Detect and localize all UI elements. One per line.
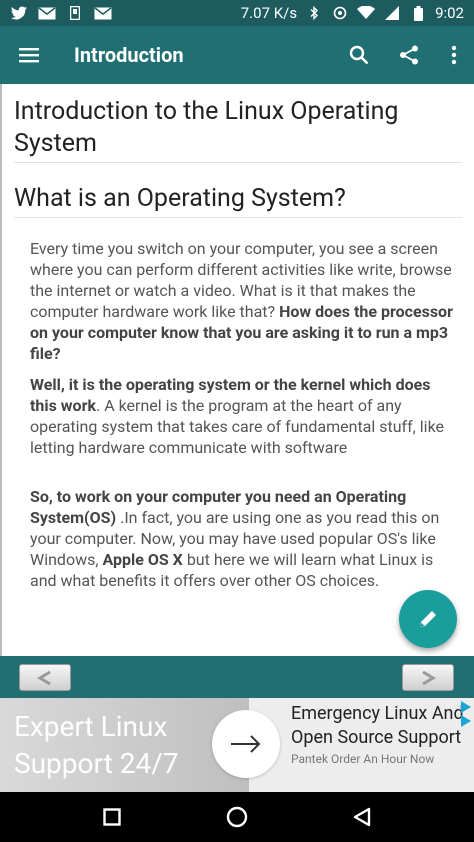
menu-button[interactable] — [0, 26, 58, 84]
wifi-icon — [357, 6, 376, 20]
search-icon — [349, 45, 369, 65]
mail-icon — [38, 6, 56, 20]
share-button[interactable] — [384, 26, 434, 84]
back-icon — [353, 807, 370, 827]
clock: 9:02 — [435, 4, 464, 22]
overflow-menu-button[interactable] — [434, 26, 474, 84]
mail-icon-2 — [94, 6, 112, 20]
recents-icon — [103, 808, 122, 826]
twitter-icon — [10, 6, 28, 20]
ad-text[interactable]: Emergency Linux And Open Source Support … — [249, 698, 474, 792]
page-title: Introduction — [74, 43, 184, 67]
section-heading: What is an Operating System? — [14, 183, 462, 218]
recents-button[interactable] — [92, 797, 132, 837]
edit-fab-button[interactable] — [399, 590, 457, 648]
share-icon — [400, 45, 418, 65]
paragraph-1: Every time you switch on your computer, … — [30, 238, 460, 364]
previous-page-button[interactable] — [19, 664, 71, 691]
ad-subtitle: Pantek Order An Hour Now — [291, 752, 435, 766]
more-vertical-icon — [451, 45, 457, 65]
ad-image[interactable]: Expert Linux Support 24/7 — [0, 698, 280, 792]
next-page-button[interactable] — [402, 664, 454, 691]
arrow-right-icon — [422, 670, 436, 685]
page-nav-bar — [0, 656, 474, 698]
article-content[interactable]: Introduction to the Linux Operating Syst… — [0, 84, 474, 656]
signal-icon — [383, 6, 401, 20]
bluetooth-icon — [305, 6, 323, 20]
home-button[interactable] — [217, 797, 257, 837]
ad-banner[interactable]: Expert Linux Support 24/7 Emergency Linu… — [0, 698, 474, 792]
data-saver-icon — [331, 6, 349, 20]
paragraph-3: So, to work on your computer you need an… — [30, 486, 460, 591]
system-nav-bar — [0, 792, 474, 842]
paragraph-3-bold-2: Apple OS X — [102, 550, 183, 569]
home-icon — [226, 806, 248, 828]
ad-title: Emergency Linux And Open Source Support — [291, 703, 464, 748]
paragraph-2: Well, it is the operating system or the … — [30, 374, 460, 458]
battery-icon — [409, 5, 427, 21]
adchoices-icon[interactable] — [460, 700, 472, 732]
app-bar: Introduction — [0, 26, 474, 84]
arrow-left-icon — [37, 670, 51, 685]
system-status: 7.07 K/s 9:02 — [241, 4, 464, 22]
network-speed: 7.07 K/s — [240, 4, 298, 22]
phone-icon — [66, 6, 84, 20]
hamburger-icon — [19, 48, 39, 63]
article-title: Introduction to the Linux Operating Syst… — [14, 96, 462, 163]
pencil-icon — [420, 611, 436, 627]
status-bar: 7.07 K/s 9:02 — [0, 0, 474, 26]
notification-icons — [10, 6, 112, 20]
search-button[interactable] — [334, 26, 384, 84]
back-button[interactable] — [342, 797, 382, 837]
toolbar-actions — [334, 26, 474, 84]
